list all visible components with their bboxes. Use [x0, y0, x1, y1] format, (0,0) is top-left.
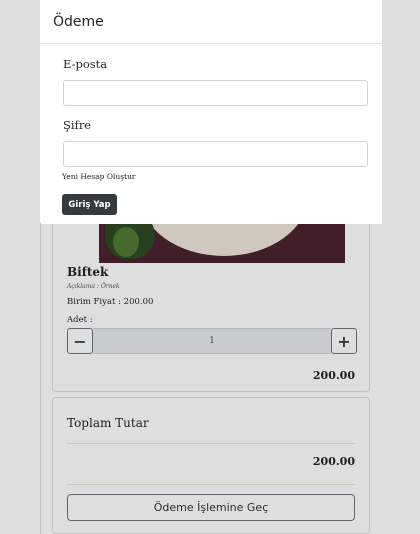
modal-header: Ödeme — [40, 0, 382, 44]
password-label: Şifre — [63, 118, 92, 132]
login-button[interactable]: Giriş Yap — [62, 194, 117, 215]
modal-title: Ödeme — [53, 13, 104, 30]
password-field[interactable] — [63, 141, 368, 167]
email-field[interactable] — [63, 80, 368, 106]
email-label: E-posta — [63, 57, 108, 71]
create-account-link[interactable]: Yeni Hesap Oluştur — [62, 172, 136, 181]
payment-login-modal: Ödeme E-posta Şifre Yeni Hesap Oluştur G… — [40, 0, 382, 224]
